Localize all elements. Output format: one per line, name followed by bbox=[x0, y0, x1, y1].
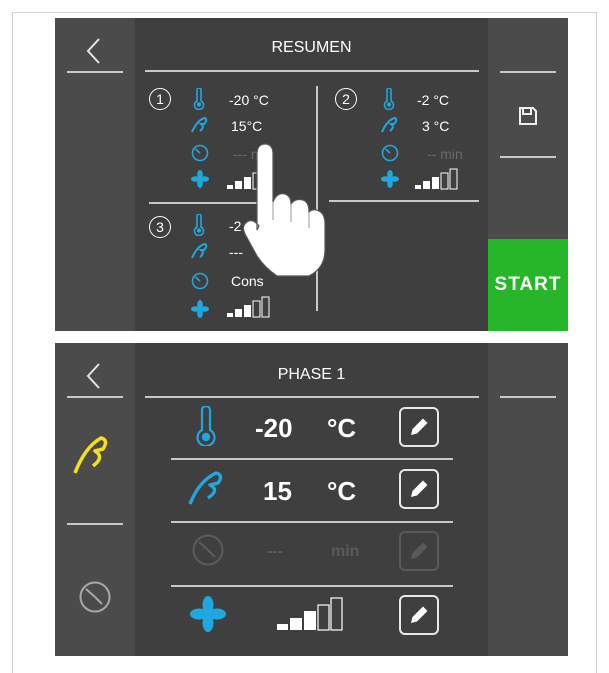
pencil-icon bbox=[411, 418, 428, 435]
chevron-left-icon[interactable] bbox=[83, 36, 105, 66]
title-divider bbox=[145, 396, 479, 398]
title-divider bbox=[145, 70, 479, 72]
chevron-left-icon[interactable] bbox=[83, 361, 105, 391]
phase-number: 2 bbox=[335, 88, 357, 110]
edit-time-button[interactable] bbox=[399, 531, 439, 571]
phase-temp: -2 bbox=[229, 218, 242, 234]
signal-level-icon bbox=[277, 597, 343, 631]
fan-icon bbox=[191, 170, 209, 188]
core-probe-icon[interactable] bbox=[71, 433, 111, 477]
phase-number: 3 bbox=[149, 216, 171, 238]
time-value: --- bbox=[267, 543, 283, 560]
right-sidebar bbox=[488, 343, 568, 656]
timer-icon[interactable] bbox=[78, 580, 112, 614]
signal-level-icon bbox=[227, 296, 270, 318]
sidebar-divider bbox=[500, 71, 556, 73]
phase-probe: 3 °C bbox=[422, 118, 450, 134]
pencil-icon bbox=[411, 480, 428, 497]
page-title: RESUMEN bbox=[271, 39, 352, 56]
row-divider bbox=[171, 521, 453, 523]
temperature-unit: °C bbox=[327, 413, 357, 443]
edit-probe-button[interactable] bbox=[399, 469, 439, 509]
timer-icon bbox=[191, 272, 209, 290]
phase-time: -- min bbox=[427, 146, 463, 162]
thermometer-icon bbox=[193, 88, 205, 110]
sidebar-divider bbox=[500, 396, 556, 398]
temperature-value: -20 bbox=[255, 413, 293, 443]
phase-number: 1 bbox=[149, 88, 171, 110]
sidebar-divider bbox=[67, 396, 123, 398]
pencil-icon bbox=[411, 606, 428, 623]
sidebar-divider bbox=[67, 71, 123, 73]
phase-temp: -2 °C bbox=[417, 92, 450, 108]
fan-icon bbox=[191, 300, 209, 318]
hand-pointer-icon bbox=[243, 143, 326, 277]
page-title: PHASE 1 bbox=[277, 366, 346, 383]
signal-level-icon bbox=[415, 168, 458, 190]
thermometer-icon bbox=[383, 88, 395, 110]
time-unit: min bbox=[331, 543, 360, 560]
core-probe-icon bbox=[381, 116, 398, 133]
left-sidebar bbox=[55, 18, 135, 331]
fan-icon bbox=[190, 596, 226, 632]
row-divider bbox=[171, 585, 453, 587]
timer-icon bbox=[192, 534, 224, 566]
thermometer-icon bbox=[193, 214, 205, 236]
phase-probe: --- bbox=[229, 244, 243, 260]
floppy-disk-icon[interactable] bbox=[518, 106, 538, 126]
sidebar-divider bbox=[500, 156, 556, 158]
phase-probe: 15°C bbox=[231, 118, 263, 134]
sidebar-divider bbox=[67, 523, 123, 525]
edit-temperature-button[interactable] bbox=[399, 407, 439, 447]
left-sidebar bbox=[55, 343, 135, 656]
edit-fan-button[interactable] bbox=[399, 595, 439, 635]
fan-icon bbox=[381, 170, 399, 188]
thermometer-icon bbox=[196, 406, 216, 446]
phase-temp: -20 °C bbox=[229, 92, 269, 108]
resumen-screen: RESUMEN 1 -20 °C 15°C --- min 2 -2 °C 3 … bbox=[55, 18, 568, 331]
grid-divider-right bbox=[329, 200, 479, 202]
phase-screen: PHASE 1 -20 °C 15 °C --- min bbox=[55, 343, 568, 656]
core-probe-icon bbox=[191, 242, 208, 259]
core-probe-icon bbox=[191, 116, 208, 133]
start-button[interactable]: START bbox=[488, 239, 568, 331]
probe-unit: °C bbox=[327, 476, 357, 506]
timer-icon bbox=[191, 144, 209, 162]
core-probe-icon bbox=[188, 471, 223, 505]
probe-value: 15 bbox=[263, 476, 292, 506]
row-divider bbox=[171, 458, 453, 460]
pencil-icon bbox=[411, 542, 428, 559]
timer-icon bbox=[381, 144, 399, 162]
